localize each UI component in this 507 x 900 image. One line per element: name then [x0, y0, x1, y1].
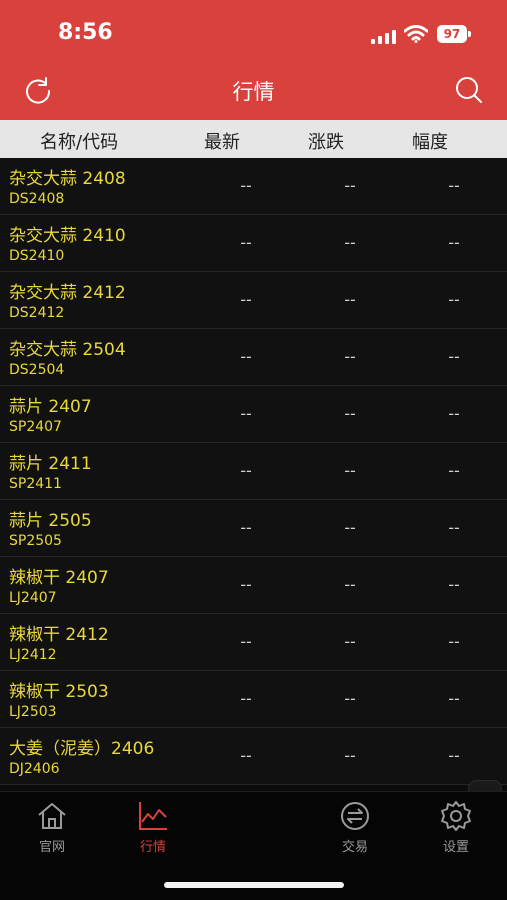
instrument-code: DS2412	[9, 305, 65, 321]
tab-label: 设置	[442, 840, 469, 855]
price-change: --	[344, 461, 356, 480]
quote-row[interactable]: 辣椒干 2412 LJ2412 -- -- --	[0, 614, 507, 671]
quote-row[interactable]: 杂交大蒜 2504 DS2504 -- -- --	[0, 329, 507, 386]
instrument-name: 杂交大蒜 2412	[9, 283, 126, 303]
tab-market[interactable]: 行情	[123, 800, 183, 860]
home-icon	[38, 803, 66, 829]
instrument-name: 杂交大蒜 2410	[9, 226, 126, 246]
quote-row[interactable]: 辣椒干 2503 LJ2503 -- -- --	[0, 671, 507, 728]
instrument-code: LJ2503	[9, 704, 57, 720]
latest-price: --	[240, 518, 252, 537]
quote-row[interactable]: 大姜（泥姜）2406 DJ2406 -- -- --	[0, 728, 507, 785]
status-bar: 8:56 97	[0, 0, 507, 60]
change-percent: --	[448, 461, 460, 480]
instrument-code: DS2408	[9, 191, 65, 207]
quote-list[interactable]: 杂交大蒜 2408 DS2408 -- -- -- 杂交大蒜 2410 DS24…	[0, 158, 507, 791]
change-percent: --	[448, 233, 460, 252]
latest-price: --	[240, 347, 252, 366]
column-name-code[interactable]: 名称/代码	[40, 128, 118, 154]
price-change: --	[344, 404, 356, 423]
tab-label: 交易	[341, 840, 368, 855]
price-change: --	[344, 290, 356, 309]
column-range[interactable]: 幅度	[412, 128, 448, 154]
search-icon[interactable]	[455, 76, 483, 104]
battery-level: 97	[443, 27, 461, 41]
latest-price: --	[240, 461, 252, 480]
price-change: --	[344, 575, 356, 594]
price-change: --	[344, 176, 356, 195]
price-change: --	[344, 347, 356, 366]
tab-home[interactable]: 官网	[22, 800, 82, 860]
quote-row[interactable]: 辣椒干 2407 LJ2407 -- -- --	[0, 557, 507, 614]
change-percent: --	[448, 689, 460, 708]
gear-icon	[441, 801, 471, 831]
latest-price: --	[240, 689, 252, 708]
change-percent: --	[448, 518, 460, 537]
change-percent: --	[448, 575, 460, 594]
price-change: --	[344, 233, 356, 252]
quote-row[interactable]: 杂交大蒜 2408 DS2408 -- -- --	[0, 158, 507, 215]
instrument-code: SP2411	[9, 476, 62, 492]
battery-icon: 97	[437, 25, 471, 43]
change-percent: --	[448, 404, 460, 423]
price-change: --	[344, 518, 356, 537]
tab-settings[interactable]: 设置	[426, 800, 486, 860]
nav-bar: 行情	[0, 62, 507, 120]
instrument-name: 蒜片 2411	[9, 454, 92, 474]
latest-price: --	[240, 632, 252, 651]
price-change: --	[344, 746, 356, 765]
instrument-code: SP2407	[9, 419, 62, 435]
instrument-code: LJ2407	[9, 590, 57, 606]
instrument-name: 辣椒干 2407	[9, 568, 109, 588]
latest-price: --	[240, 404, 252, 423]
instrument-code: DS2504	[9, 362, 65, 378]
tab-trade[interactable]: 交易	[325, 800, 385, 860]
instrument-name: 杂交大蒜 2408	[9, 169, 126, 189]
column-change[interactable]: 涨跌	[308, 128, 344, 154]
change-percent: --	[448, 347, 460, 366]
instrument-code: DS2410	[9, 248, 65, 264]
latest-price: --	[240, 233, 252, 252]
quote-row[interactable]: 蒜片 2407 SP2407 -- -- --	[0, 386, 507, 443]
app-header: 8:56 97 行情	[0, 0, 507, 120]
change-percent: --	[448, 746, 460, 765]
change-percent: --	[448, 176, 460, 195]
tab-label: 行情	[139, 840, 166, 855]
instrument-name: 蒜片 2407	[9, 397, 92, 417]
quote-row[interactable]: 杂交大蒜 2410 DS2410 -- -- --	[0, 215, 507, 272]
change-percent: --	[448, 632, 460, 651]
home-indicator[interactable]	[164, 882, 344, 888]
price-change: --	[344, 689, 356, 708]
wifi-icon	[404, 25, 428, 43]
instrument-code: DJ2406	[9, 761, 60, 777]
instrument-name: 辣椒干 2412	[9, 625, 109, 645]
quote-row[interactable]: 蒜片 2411 SP2411 -- -- --	[0, 443, 507, 500]
quote-row[interactable]: 蒜片 2505 SP2505 -- -- --	[0, 500, 507, 557]
latest-price: --	[240, 746, 252, 765]
instrument-name: 辣椒干 2503	[9, 682, 109, 702]
column-header: 名称/代码 最新 涨跌 幅度	[0, 120, 507, 158]
status-time: 8:56	[58, 20, 113, 45]
instrument-name: 大姜（泥姜）2406	[9, 739, 155, 759]
instrument-code: SP2505	[9, 533, 62, 549]
cellular-signal-icon	[371, 28, 397, 44]
instrument-name: 蒜片 2505	[9, 511, 92, 531]
instrument-code: LJ2412	[9, 647, 57, 663]
instrument-name: 杂交大蒜 2504	[9, 340, 126, 360]
change-percent: --	[448, 290, 460, 309]
price-change: --	[344, 632, 356, 651]
chart-icon	[139, 802, 167, 830]
column-latest[interactable]: 最新	[204, 128, 240, 154]
quote-row[interactable]: 杂交大蒜 2412 DS2412 -- -- --	[0, 272, 507, 329]
latest-price: --	[240, 290, 252, 309]
exchange-icon	[341, 802, 369, 830]
tab-label: 官网	[38, 840, 65, 855]
page-title: 行情	[232, 80, 275, 104]
latest-price: --	[240, 575, 252, 594]
latest-price: --	[240, 176, 252, 195]
